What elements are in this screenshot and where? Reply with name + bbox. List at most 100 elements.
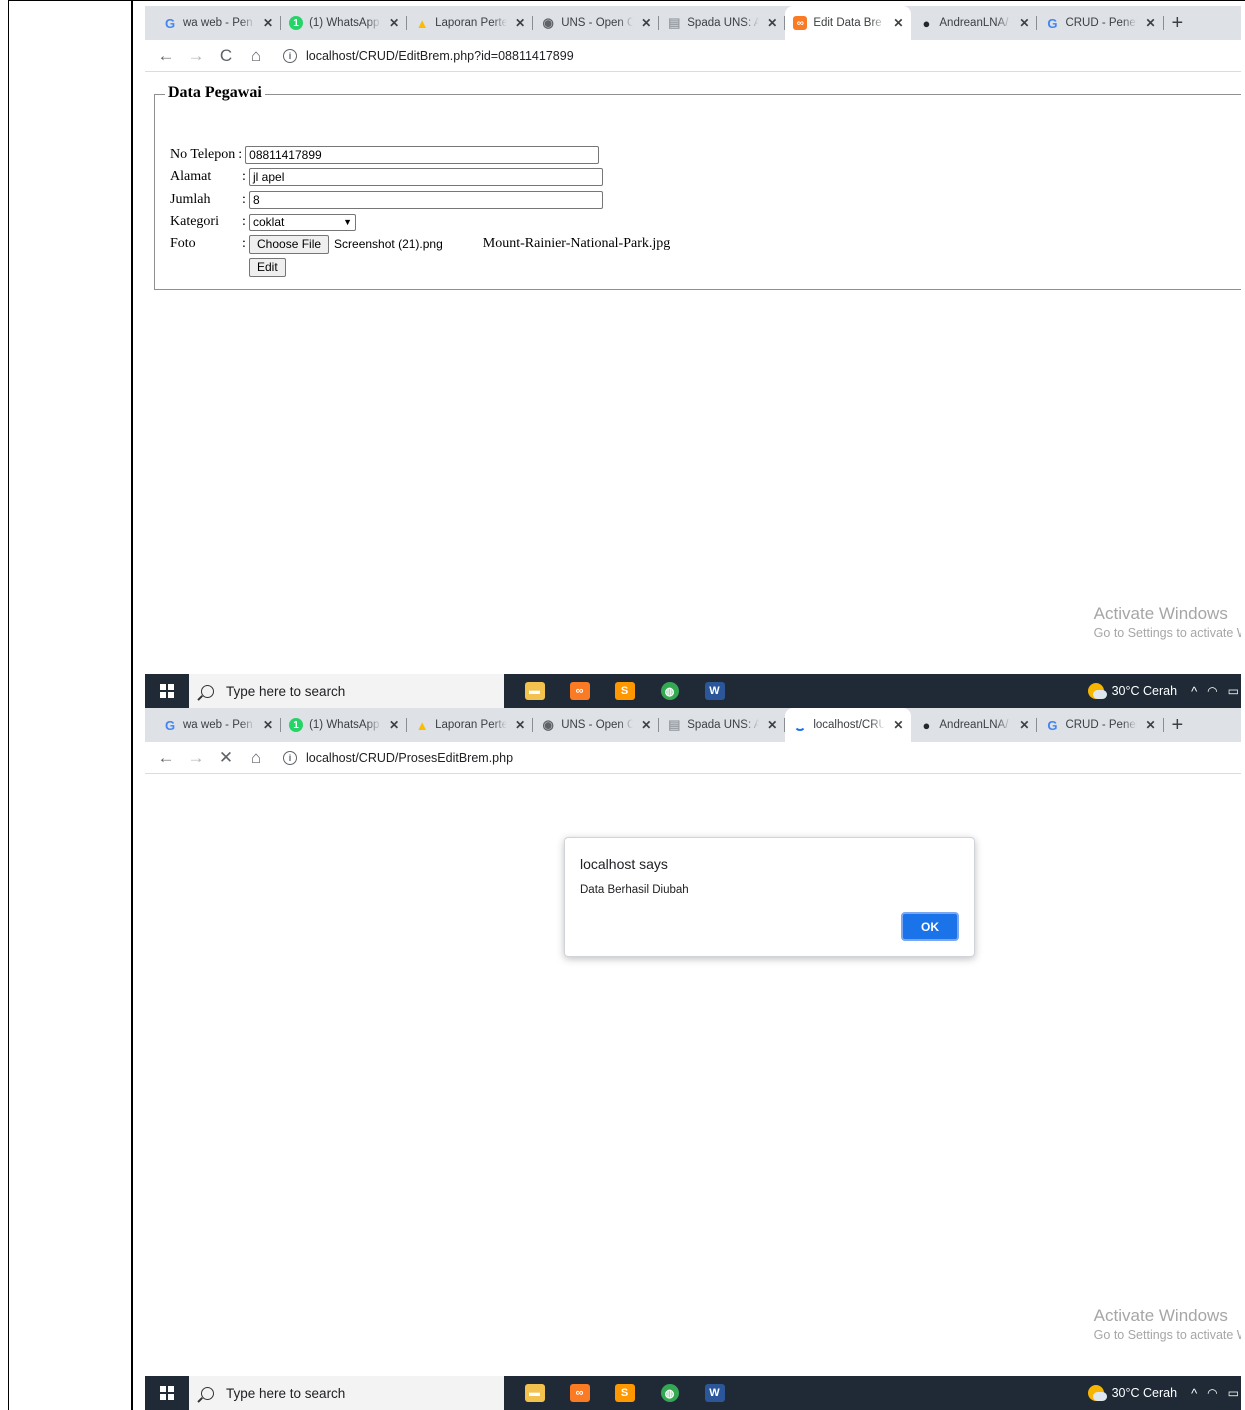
battery-icon[interactable]: ▭ [1228, 684, 1239, 698]
ok-button[interactable]: OK [901, 912, 959, 941]
taskbar-app[interactable]: W [692, 674, 737, 708]
activate-windows-watermark: Activate Windows Go to Settings to activ… [1094, 604, 1241, 640]
spada-icon: ▤ [668, 15, 681, 30]
close-tab-icon[interactable]: ✕ [515, 16, 525, 30]
reload-icon[interactable]: C [213, 46, 239, 66]
windows-taskbar: Type here to search ▬ ∞ S ◍ W 30°C Cerah ^ ◠… [145, 674, 1241, 708]
taskbar-app[interactable]: S [602, 674, 647, 708]
drive-icon: ▲ [415, 717, 429, 733]
search-placeholder: Type here to search [226, 683, 346, 699]
taskbar-app[interactable]: ▬ [512, 674, 557, 708]
kategori-selected-value: coklat [253, 215, 285, 229]
tab-title: CRUD - Penel [1065, 17, 1138, 29]
browser-tab[interactable]: ▲ Laporan Perte ✕ [407, 6, 534, 40]
close-tab-icon[interactable]: ✕ [515, 718, 525, 732]
whatsapp-icon: 1 [289, 16, 304, 30]
globe-icon: ◉ [542, 717, 554, 732]
site-info-icon[interactable]: i [283, 750, 297, 765]
close-tab-icon[interactable]: ✕ [389, 16, 399, 30]
close-tab-icon[interactable]: ✕ [641, 16, 651, 30]
start-button[interactable] [145, 1376, 189, 1410]
browser-tab[interactable]: G CRUD - Penel ✕ [1037, 6, 1164, 40]
screenshot-alert: Gwa web - Pen ✕ 1 (1) WhatsApp ✕ ▲ Laporan Per… [145, 708, 1241, 1410]
no-telepon-input[interactable]: 08811417899 [245, 146, 600, 164]
address-toolbar: ← → C ⌂ i localhost/CRUD/EditBrem.php?id… [145, 40, 1241, 72]
chevron-up-icon[interactable]: ^ [1191, 1386, 1197, 1401]
close-tab-icon[interactable]: ✕ [641, 718, 651, 732]
chosen-file-name: Screenshot (21).png [334, 237, 443, 251]
browser-tab[interactable]: localhost/CRU ✕ [785, 708, 912, 742]
browser-tab[interactable]: ● AndreanLNA/ ✕ [911, 6, 1038, 40]
search-icon [201, 684, 214, 698]
browser-tab[interactable]: ▤ Spada UNS: A ✕ [659, 6, 786, 40]
browser-tab[interactable]: ▲ Laporan Perte ✕ [407, 708, 534, 742]
edit-button[interactable]: Edit [249, 257, 286, 277]
stop-icon[interactable]: ✕ [213, 748, 239, 768]
taskbar-app[interactable]: ◍ [647, 674, 692, 708]
close-tab-icon[interactable]: ✕ [389, 718, 399, 732]
kategori-select[interactable]: coklat ▼ [249, 213, 356, 231]
taskbar-search[interactable]: Type here to search [189, 1376, 504, 1410]
alamat-input[interactable]: jl apel [249, 168, 603, 186]
browser-tab[interactable]: G CRUD - Penel ✕ [1037, 708, 1164, 742]
battery-icon[interactable]: ▭ [1228, 1386, 1239, 1400]
close-tab-icon[interactable]: ✕ [767, 16, 777, 30]
forward-icon[interactable]: → [183, 748, 209, 768]
tab-title: Laporan Perte [435, 17, 508, 29]
alert-dialog: localhost says Data Berhasil Diubah OK [564, 837, 975, 957]
back-icon[interactable]: ← [153, 46, 179, 66]
new-tab-button[interactable]: + [1164, 6, 1192, 40]
taskbar-app[interactable]: ▬ [512, 1376, 557, 1410]
taskbar-app[interactable]: W [692, 1376, 737, 1410]
google-icon: G [1047, 717, 1058, 733]
plus-icon: + [1171, 713, 1184, 736]
close-tab-icon[interactable]: ✕ [1145, 718, 1155, 732]
forward-icon[interactable]: → [183, 46, 209, 66]
browser-tab[interactable]: ◉ UNS - Open C ✕ [533, 6, 660, 40]
close-tab-icon[interactable]: ✕ [893, 16, 903, 30]
wifi-icon[interactable]: ◠ [1207, 684, 1217, 698]
taskbar-app[interactable]: ∞ [557, 1376, 602, 1410]
wifi-icon[interactable]: ◠ [1207, 1386, 1217, 1400]
address-bar[interactable]: i localhost/CRUD/ProsesEditBrem.php [283, 750, 513, 765]
close-tab-icon[interactable]: ✕ [263, 718, 273, 732]
close-tab-icon[interactable]: ✕ [1019, 16, 1029, 30]
browser-tab[interactable]: Gwa web - Pen ✕ [155, 6, 282, 40]
jumlah-input[interactable]: 8 [249, 191, 603, 209]
browser-tab[interactable]: ● AndreanLNA/ ✕ [911, 708, 1038, 742]
chevron-up-icon[interactable]: ^ [1191, 684, 1197, 699]
tab-strip: Gwa web - Pen ✕ 1 (1) WhatsApp ✕ ▲ Laporan Per… [145, 6, 1241, 40]
close-tab-icon[interactable]: ✕ [1145, 16, 1155, 30]
close-tab-icon[interactable]: ✕ [893, 718, 903, 732]
close-tab-icon[interactable]: ✕ [263, 16, 273, 30]
weather-text[interactable]: 30°C Cerah [1112, 1386, 1177, 1400]
address-bar[interactable]: i localhost/CRUD/EditBrem.php?id=0881141… [283, 48, 574, 63]
taskbar-app[interactable]: S [602, 1376, 647, 1410]
kategori-label: Kategori [170, 214, 219, 229]
browser-tab[interactable]: Gwa web - Pen ✕ [155, 708, 282, 742]
site-info-icon[interactable]: i [283, 48, 297, 63]
home-icon[interactable]: ⌂ [243, 748, 269, 768]
browser-tab[interactable]: ∞ Edit Data Bre ✕ [785, 6, 912, 40]
taskbar-search[interactable]: Type here to search [189, 674, 504, 708]
taskbar-app[interactable]: ◍ [647, 1376, 692, 1410]
close-tab-icon[interactable]: ✕ [767, 718, 777, 732]
row-submit: Edit [249, 257, 286, 277]
browser-tab[interactable]: ▤ Spada UNS: A ✕ [659, 708, 786, 742]
google-icon: G [164, 717, 176, 733]
back-icon[interactable]: ← [153, 748, 179, 768]
browser-tab[interactable]: ◉ UNS - Open C ✕ [533, 708, 660, 742]
tab-title: wa web - Pen [183, 719, 253, 731]
whatsapp-icon: 1 [289, 718, 304, 732]
word-icon: W [704, 682, 725, 700]
choose-file-button[interactable]: Choose File [249, 234, 330, 254]
browser-tab[interactable]: 1 (1) WhatsApp ✕ [281, 6, 408, 40]
browser-tab[interactable]: 1 (1) WhatsApp ✕ [281, 708, 408, 742]
home-icon[interactable]: ⌂ [243, 46, 269, 66]
new-tab-button[interactable]: + [1164, 708, 1192, 742]
start-button[interactable] [145, 674, 189, 708]
weather-text[interactable]: 30°C Cerah [1112, 684, 1177, 698]
close-tab-icon[interactable]: ✕ [1019, 718, 1029, 732]
taskbar-app[interactable]: ∞ [557, 674, 602, 708]
file-explorer-icon: ▬ [524, 1384, 545, 1402]
